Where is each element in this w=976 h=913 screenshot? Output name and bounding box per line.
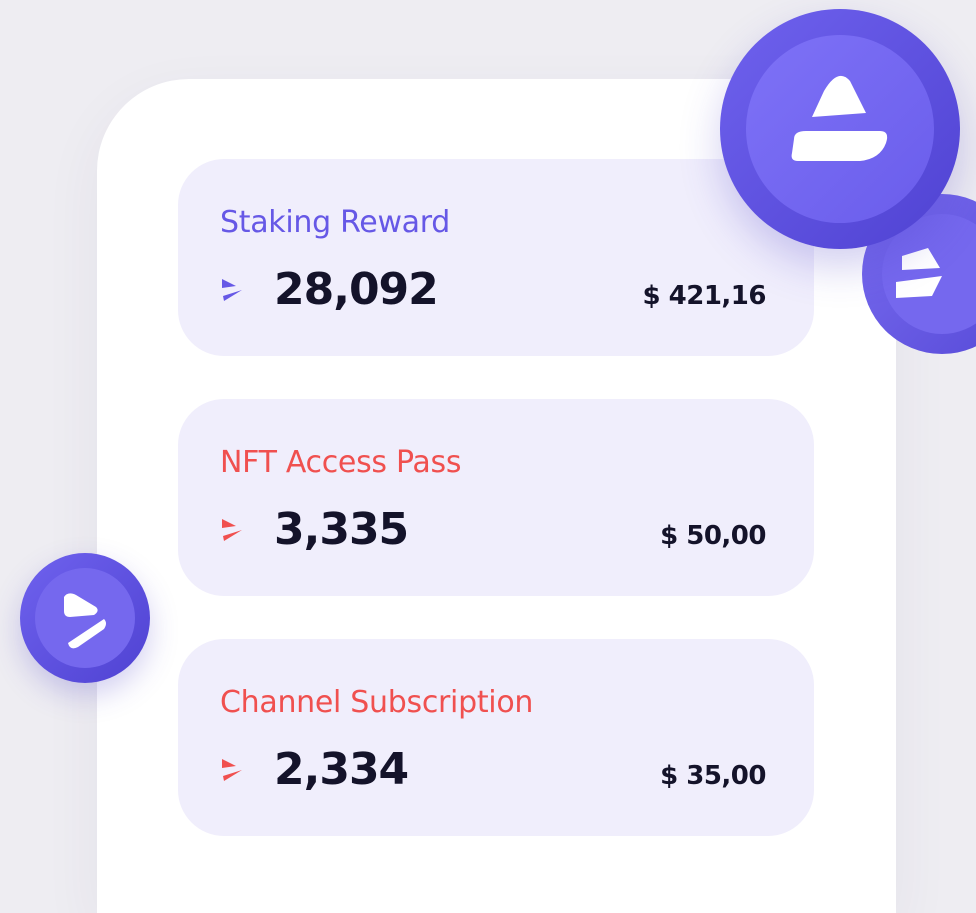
token-amount: 2,334	[274, 744, 409, 795]
usd-value: $ 50,00	[660, 521, 766, 551]
large-token-coin-icon	[720, 9, 960, 249]
purple-token-icon	[222, 279, 242, 301]
reward-card-nft-access-pass[interactable]: NFT Access Pass 3,335 $ 50,00	[178, 399, 814, 596]
token-amount: 28,092	[274, 264, 439, 315]
token-amount: 3,335	[274, 504, 409, 555]
card-label: NFT Access Pass	[220, 445, 462, 480]
red-token-icon	[222, 759, 242, 781]
reward-card-staking[interactable]: Staking Reward 28,092 $ 421,16	[178, 159, 814, 356]
reward-card-channel-subscription[interactable]: Channel Subscription 2,334 $ 35,00	[178, 639, 814, 836]
card-label: Channel Subscription	[220, 685, 534, 720]
red-token-icon	[222, 519, 242, 541]
small-token-coin-icon	[20, 553, 150, 683]
usd-value: $ 35,00	[660, 761, 766, 791]
usd-value: $ 421,16	[642, 281, 767, 311]
card-label: Staking Reward	[220, 205, 451, 240]
